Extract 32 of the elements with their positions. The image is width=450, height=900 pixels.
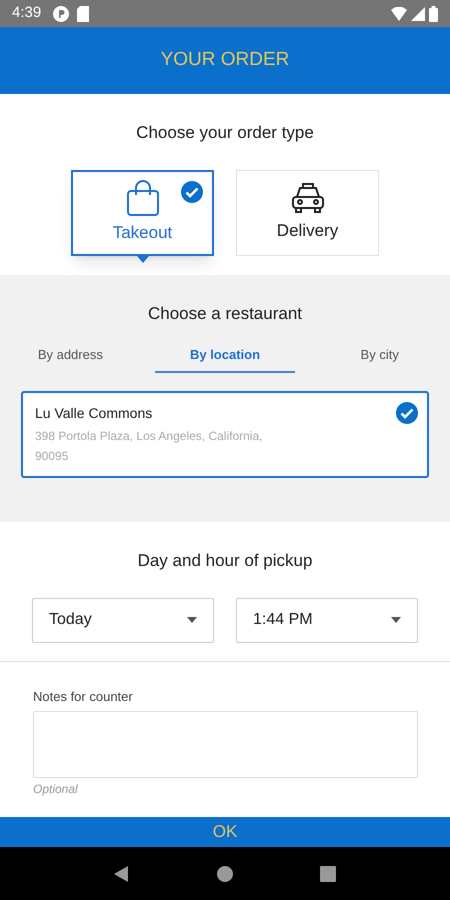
section-heading: Day and hour of pickup bbox=[138, 550, 312, 572]
car-icon bbox=[290, 182, 326, 214]
sd-card-icon bbox=[77, 6, 90, 22]
home-icon[interactable] bbox=[216, 866, 233, 882]
notification-icon bbox=[53, 6, 70, 22]
filter-tab[interactable]: By location bbox=[154, 338, 296, 372]
notes-field[interactable] bbox=[33, 710, 418, 778]
status-time: 4:39 bbox=[12, 3, 42, 24]
restaurant-address: 398 Portola Plaza, Los Angeles, California, 90095 bbox=[35, 428, 264, 464]
section-heading: Choose your order type bbox=[136, 122, 314, 144]
check-icon bbox=[395, 400, 419, 424]
header-title: YOUR ORDER bbox=[160, 48, 290, 72]
check-icon bbox=[180, 180, 204, 204]
order-type-option[interactable]: Delivery bbox=[236, 170, 379, 256]
pickup-dropdown[interactable]: Today bbox=[32, 598, 214, 642]
battery-icon bbox=[429, 6, 438, 22]
back-icon[interactable] bbox=[114, 866, 130, 882]
notes-label: Notes for counter bbox=[33, 688, 134, 706]
wifi-icon bbox=[391, 6, 407, 20]
restaurant-card[interactable]: Lu Valle Commons 398 Portola Plaza, Los Angeles, California, 90095 bbox=[21, 390, 429, 478]
notes-helper: Optional bbox=[33, 780, 79, 798]
restaurant-name: Lu Valle Commons bbox=[35, 404, 154, 422]
recents-icon[interactable] bbox=[320, 866, 336, 882]
section-heading: Choose a restaurant bbox=[148, 303, 302, 325]
filter-tab[interactable]: By address bbox=[0, 338, 141, 372]
filter-tab[interactable]: By city bbox=[309, 338, 450, 372]
pickup-dropdown[interactable]: 1:44 PM bbox=[236, 598, 418, 642]
signal-icon bbox=[411, 6, 425, 20]
pointer-icon bbox=[137, 256, 149, 262]
shopping-bag-icon bbox=[126, 180, 160, 216]
caret-icon bbox=[187, 617, 197, 623]
caret-icon bbox=[391, 617, 401, 623]
